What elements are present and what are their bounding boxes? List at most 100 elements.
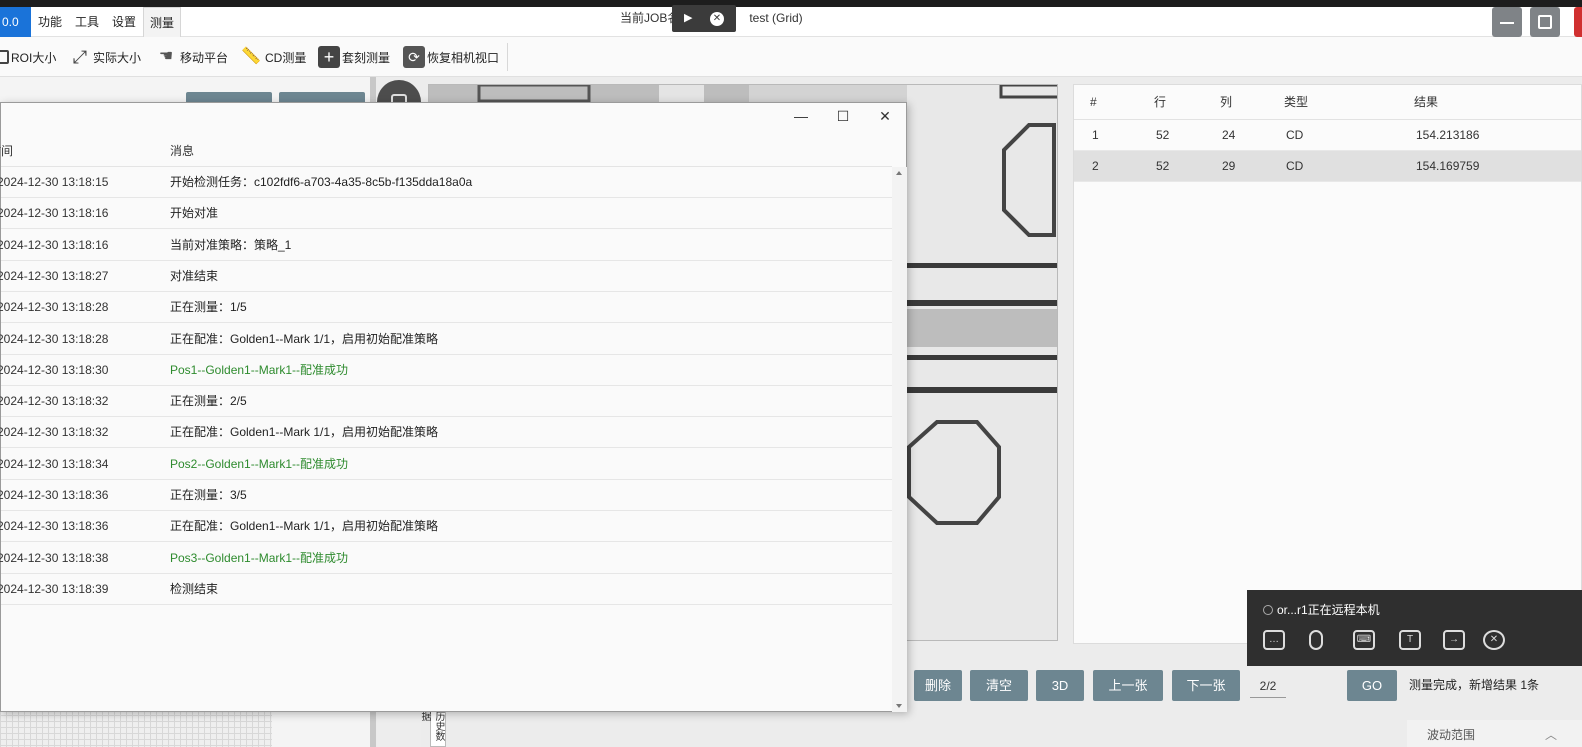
maximize-button[interactable] <box>1530 7 1560 37</box>
scroll-up-icon[interactable] <box>896 171 902 175</box>
keyboard-icon[interactable]: ⌨ <box>1353 630 1375 650</box>
menu-tools[interactable]: 工具 <box>75 7 99 37</box>
log-row[interactable]: 2024-12-30 13:18:36 正在配准：Golden1--Mark 1/… <box>0 511 892 543</box>
fluctuation-range-section[interactable]: 波动范围 ︿ <box>1407 720 1582 747</box>
log-time: 2024-12-30 13:18:16 <box>0 206 109 221</box>
results-table: # 行 列 类型 结果 1 52 24 CD 154.213186 2 52 2… <box>1073 84 1582 644</box>
col-index: # <box>1090 95 1097 109</box>
log-row[interactable]: 2024-12-30 13:18:16 开始对准 <box>0 198 892 230</box>
log-scrollbar[interactable] <box>892 167 907 712</box>
tool-actual-size[interactable]: ⤢ 实际大小 <box>69 45 141 69</box>
log-row[interactable]: 2024-12-30 13:18:36 正在测量：3/5 <box>0 480 892 511</box>
close-button[interactable] <box>1574 7 1582 37</box>
log-message: Pos3--Golden1--Mark1--配准成功 <box>170 550 349 565</box>
row-index: 2 <box>1092 159 1099 173</box>
row-type: CD <box>1286 128 1304 142</box>
log-minimize-icon[interactable]: — <box>793 108 809 124</box>
side-tab-history[interactable]: 历史数据 <box>419 710 446 747</box>
log-message: 当前对准策略：策略_1 <box>170 237 292 252</box>
log-row[interactable]: 2024-12-30 13:18:32 正在测量：2/5 <box>0 386 892 418</box>
log-row[interactable]: 2024-12-30 13:18:16 当前对准策略：策略_1 <box>0 230 892 261</box>
row-row: 52 <box>1156 128 1170 142</box>
3d-button[interactable]: 3D <box>1036 670 1084 701</box>
table-row-selected[interactable]: 2 52 29 CD 154.169759 <box>1074 151 1581 182</box>
scroll-down-icon[interactable] <box>896 704 902 708</box>
tool-move-stage[interactable]: ☚ 移动平台 <box>154 45 228 69</box>
window-title-right: test (Grid) <box>749 11 803 25</box>
roi-icon <box>0 50 9 64</box>
log-maximize-icon[interactable]: ☐ <box>835 108 851 124</box>
microphone-icon[interactable] <box>1309 630 1323 650</box>
tool-restore-view[interactable]: ⟳ 恢复相机视口 <box>403 45 499 69</box>
remote-control-pill[interactable]: ▶ ✕ <box>672 5 736 32</box>
log-row[interactable]: 2024-12-30 13:18:39 检测结束 <box>0 574 892 605</box>
remote-close-icon[interactable]: ✕ <box>710 12 724 26</box>
col-col: 列 <box>1220 95 1233 109</box>
log-message: 开始检测任务：c102fdf6-a703-4a35-8c5b-f135dda18… <box>170 175 473 189</box>
log-row[interactable]: 2024-12-30 13:18:38 Pos3--Golden1--Mark1-… <box>0 543 892 574</box>
prev-button[interactable]: 上一张 <box>1093 670 1163 701</box>
toolbar-divider <box>507 43 508 71</box>
log-message: Pos1--Golden1--Mark1--配准成功 <box>170 362 349 377</box>
log-row[interactable]: 2024-12-30 13:18:30 Pos1--Golden1--Mark1-… <box>0 355 892 386</box>
menu-function[interactable]: 功能 <box>38 7 62 37</box>
page-indicator[interactable]: 2/2 <box>1250 676 1286 698</box>
log-time: 2024-12-30 13:18:36 <box>0 488 109 502</box>
log-close-icon[interactable]: ✕ <box>877 108 893 124</box>
wafer-grid-preview[interactable] <box>0 709 272 747</box>
ruler-icon: 📏 <box>241 48 261 65</box>
log-row[interactable]: 2024-12-30 13:18:27 对准结束 <box>0 261 892 292</box>
transfer-icon[interactable]: → <box>1443 630 1465 650</box>
minimize-button[interactable] <box>1492 7 1522 37</box>
log-row[interactable]: 2024-12-30 13:18:15 开始检测任务：c102fdf6-a703-… <box>0 167 892 198</box>
log-message: 正在测量：3/5 <box>170 488 247 502</box>
log-row[interactable]: 2024-12-30 13:18:32 正在配准：Golden1--Mark 1/… <box>0 417 892 449</box>
text-block-icon[interactable]: T <box>1399 630 1421 650</box>
tool-roi-size-label: ROI大小 <box>11 50 57 65</box>
end-session-icon[interactable]: ✕ <box>1483 630 1505 650</box>
maximize-icon <box>1538 15 1552 29</box>
log-row[interactable]: 2024-12-30 13:18:28 正在测量：1/5 <box>0 292 892 324</box>
plus-icon: + <box>318 46 340 68</box>
tool-roi-size[interactable]: ROI大小 <box>0 45 56 69</box>
log-message: 正在测量：2/5 <box>170 394 247 409</box>
version-label: 0.0 <box>0 7 31 37</box>
menu-measure[interactable]: 测量 <box>143 7 182 37</box>
log-time: 2024-12-30 13:18:30 <box>0 362 109 377</box>
tool-overlay-measure[interactable]: + 套刻测量 <box>318 45 390 69</box>
delete-button[interactable]: 删除 <box>914 670 962 701</box>
tool-cd-measure[interactable]: 📏 CD测量 <box>239 45 306 69</box>
log-message: 正在配准：Golden1--Mark 1/1，启用初始配准策略 <box>170 519 439 534</box>
row-result: 154.213186 <box>1416 128 1480 142</box>
chat-icon[interactable]: … <box>1263 630 1285 650</box>
results-header: # 行 列 类型 结果 <box>1074 85 1581 120</box>
col-result: 结果 <box>1414 95 1439 109</box>
actual-size-icon: ⤢ <box>72 47 88 67</box>
row-index: 1 <box>1092 128 1099 142</box>
log-row[interactable]: 2024-12-30 13:18:34 Pos2--Golden1--Mark1-… <box>0 449 892 480</box>
col-type: 类型 <box>1284 95 1309 109</box>
log-message: 正在测量：1/5 <box>170 300 247 315</box>
clear-button[interactable]: 清空 <box>970 670 1028 701</box>
tool-actual-size-label: 实际大小 <box>93 50 142 65</box>
log-time: 2024-12-30 13:18:28 <box>0 300 109 315</box>
tool-cd-measure-label: CD测量 <box>265 50 307 65</box>
log-row[interactable]: 2024-12-30 13:18:28 正在配准：Golden1--Mark 1/… <box>0 324 892 355</box>
next-button[interactable]: 下一张 <box>1172 670 1240 701</box>
minimize-icon <box>1500 22 1514 24</box>
log-col-message: 消息 <box>170 144 195 158</box>
log-time: 2024-12-30 13:18:38 <box>0 550 109 565</box>
user-icon <box>1263 605 1273 615</box>
log-window: — ☐ ✕ 时间 消息 2024-12-30 13:18:15 开始检测任务：c1… <box>0 102 907 712</box>
remote-user-status: or...r1正在远程本机 <box>1263 602 1380 618</box>
log-message: 对准结束 <box>170 268 219 283</box>
log-time: 2024-12-30 13:18:15 <box>0 175 109 189</box>
log-col-time: 时间 <box>0 144 14 158</box>
table-row[interactable]: 1 52 24 CD 154.213186 <box>1074 120 1581 151</box>
col-row: 行 <box>1154 95 1167 109</box>
row-type: CD <box>1286 159 1304 173</box>
go-button[interactable]: GO <box>1347 670 1397 701</box>
log-time: 2024-12-30 13:18:28 <box>0 331 109 346</box>
menu-settings[interactable]: 设置 <box>112 7 136 37</box>
tool-move-stage-label: 移动平台 <box>180 50 229 65</box>
